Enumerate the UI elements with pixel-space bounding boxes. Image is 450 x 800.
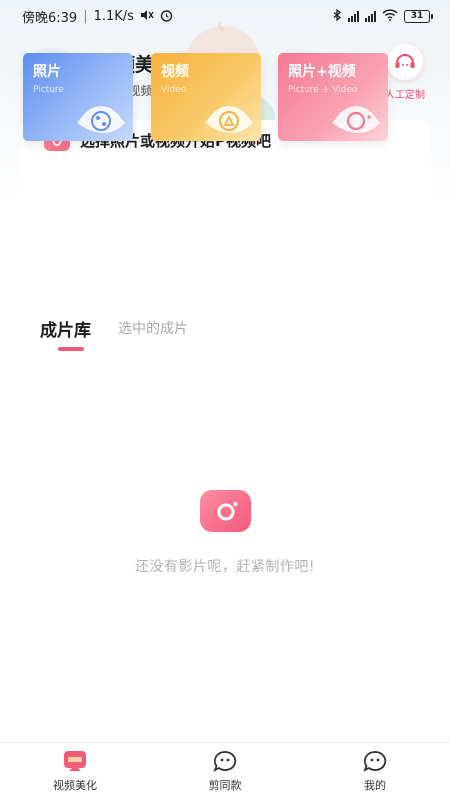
status-divider: | — [83, 8, 88, 24]
status-speed: 1.1K/s — [93, 8, 134, 24]
bottom-navigation: 视频美化 剪同款 我的 — [0, 742, 450, 800]
battery-icon: 31 — [404, 9, 433, 23]
nav-item-mine[interactable]: 我的 — [300, 743, 450, 800]
play-triangle-icon — [205, 106, 253, 133]
empty-camera-icon — [200, 490, 251, 532]
start-editing-card: 选择照片或视频开始P视频吧 — [20, 120, 431, 282]
active-tab-indicator — [58, 347, 84, 351]
custom-service-label: 人工定制 — [385, 90, 425, 101]
camera-lens-icon — [332, 106, 380, 133]
customer-service-icon — [387, 44, 423, 80]
nav-label: 视频美化 — [53, 779, 97, 792]
status-time: 傍晚6:39 — [22, 10, 78, 26]
tile-title: 视频 — [161, 64, 189, 80]
photo-video-tile-button[interactable]: 照片+视频 Picture + Video — [278, 53, 388, 141]
bluetooth-icon — [333, 8, 342, 24]
wifi-icon — [382, 9, 398, 23]
video-tile-button[interactable]: 视频 Video — [151, 53, 261, 141]
tab-finished-library[interactable]: 成片库 — [40, 316, 91, 341]
video-badge-icon — [63, 750, 87, 772]
smiley-face-icon — [363, 750, 387, 772]
nav-item-video-beautify[interactable]: 视频美化 — [0, 743, 150, 800]
tile-subtitle: Video — [161, 85, 187, 95]
smiley-face-icon — [213, 750, 237, 772]
tile-title: 照片+视频 — [288, 64, 356, 80]
signal-icon — [348, 10, 359, 22]
photo-tile-button[interactable]: 照片 Picture — [23, 53, 133, 141]
tile-subtitle: Picture — [33, 85, 64, 95]
nav-label: 剪同款 — [208, 779, 242, 792]
film-reel-icon — [77, 106, 125, 133]
empty-state-message: 还没有影片呢，赶紧制作吧! — [134, 559, 316, 575]
nav-item-same-style[interactable]: 剪同款 — [150, 743, 300, 800]
tile-title: 照片 — [33, 64, 61, 80]
signal-icon — [365, 10, 376, 22]
nav-label: 我的 — [364, 779, 386, 792]
tile-subtitle: Picture + Video — [288, 85, 358, 95]
mute-icon — [140, 9, 154, 23]
tab-selected-finished[interactable]: 选中的成片 — [118, 318, 188, 338]
